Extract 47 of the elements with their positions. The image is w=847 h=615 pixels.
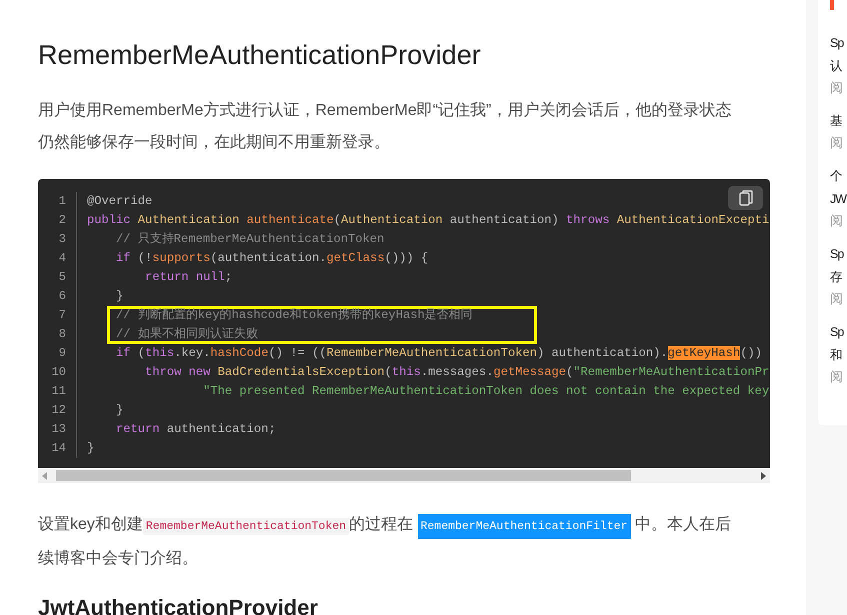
article-link[interactable]: 基 (830, 110, 847, 133)
line-number: 4 (58, 250, 66, 267)
line-number: 14 (50, 440, 66, 457)
copy-icon (738, 190, 752, 206)
code-line: return authentication; (115, 421, 276, 438)
horizontal-scrollbar[interactable] (38, 468, 770, 483)
line-number: 10 (50, 364, 66, 381)
article-link[interactable]: Sp 存 (830, 243, 847, 289)
scroll-left-icon[interactable] (42, 472, 48, 480)
line-number: 2 (58, 212, 66, 229)
code-line: @Override (87, 193, 152, 210)
read-count: 阅 (830, 79, 844, 97)
code-line: "The presented RememberMeAuthenticationToken does not contain the expected key (202, 383, 770, 400)
section-heading: RememberMeAuthenticationProvider (38, 39, 482, 72)
code-line: } (115, 288, 124, 305)
code-line: return null; (144, 269, 232, 286)
section-heading: JwtAuthenticationProvider (38, 595, 319, 615)
article-link[interactable]: Sp 和 (830, 321, 847, 367)
line-number: 6 (58, 288, 66, 305)
code-line: } (87, 440, 94, 457)
code-line: if (this.key.hashCode() != ((RememberMeAuthenticationToken) authentication).getKeyHash()) (115, 345, 762, 362)
line-number: 8 (58, 326, 66, 343)
line-number: 11 (50, 383, 66, 400)
line-number: 7 (58, 307, 66, 324)
read-count: 阅 (830, 368, 844, 386)
article-link[interactable]: Sp 认 (830, 32, 847, 78)
copy-button[interactable] (728, 186, 763, 210)
code-line: public Authentication authenticate(Authentication authentication) throws AuthenticationExcepti (87, 212, 770, 229)
accent-bar (830, 0, 834, 10)
article-link[interactable]: 个 JW (830, 165, 847, 211)
line-number: 3 (58, 231, 66, 248)
scroll-right-icon[interactable] (760, 472, 766, 480)
line-number: 1 (58, 193, 66, 210)
read-count: 阅 (830, 134, 844, 152)
line-number: 13 (50, 421, 66, 438)
code-line: throw new BadCredentialsException(this.messages.getMessage("RememberMeAuthenticationPr (144, 364, 770, 381)
read-count: 阅 (830, 290, 844, 308)
line-number: 9 (58, 345, 66, 362)
scroll-thumb[interactable] (56, 470, 631, 481)
paragraph: 用户使用RememberMe方式进行认证，RememberMe即“记住我”，用户关闭会话后，他的登录状态仍然能够保存一段时间，在此期间不用重新登录。 (38, 100, 732, 153)
line-number: 12 (50, 402, 66, 419)
paragraph: 设置key和创建 RememberMeAuthenticationToken 的过程在 RememberMeAuthenticationFilter 中。本人在后续博客中会专门介绍。 (38, 513, 732, 569)
code-line: if (!supports(authentication.getClass())) { (115, 250, 428, 267)
line-number: 5 (58, 269, 66, 286)
read-count: 阅 (830, 212, 844, 230)
code-line: // 只支持RememberMeAuthenticationToken (115, 231, 384, 248)
code-line: } (115, 402, 124, 419)
